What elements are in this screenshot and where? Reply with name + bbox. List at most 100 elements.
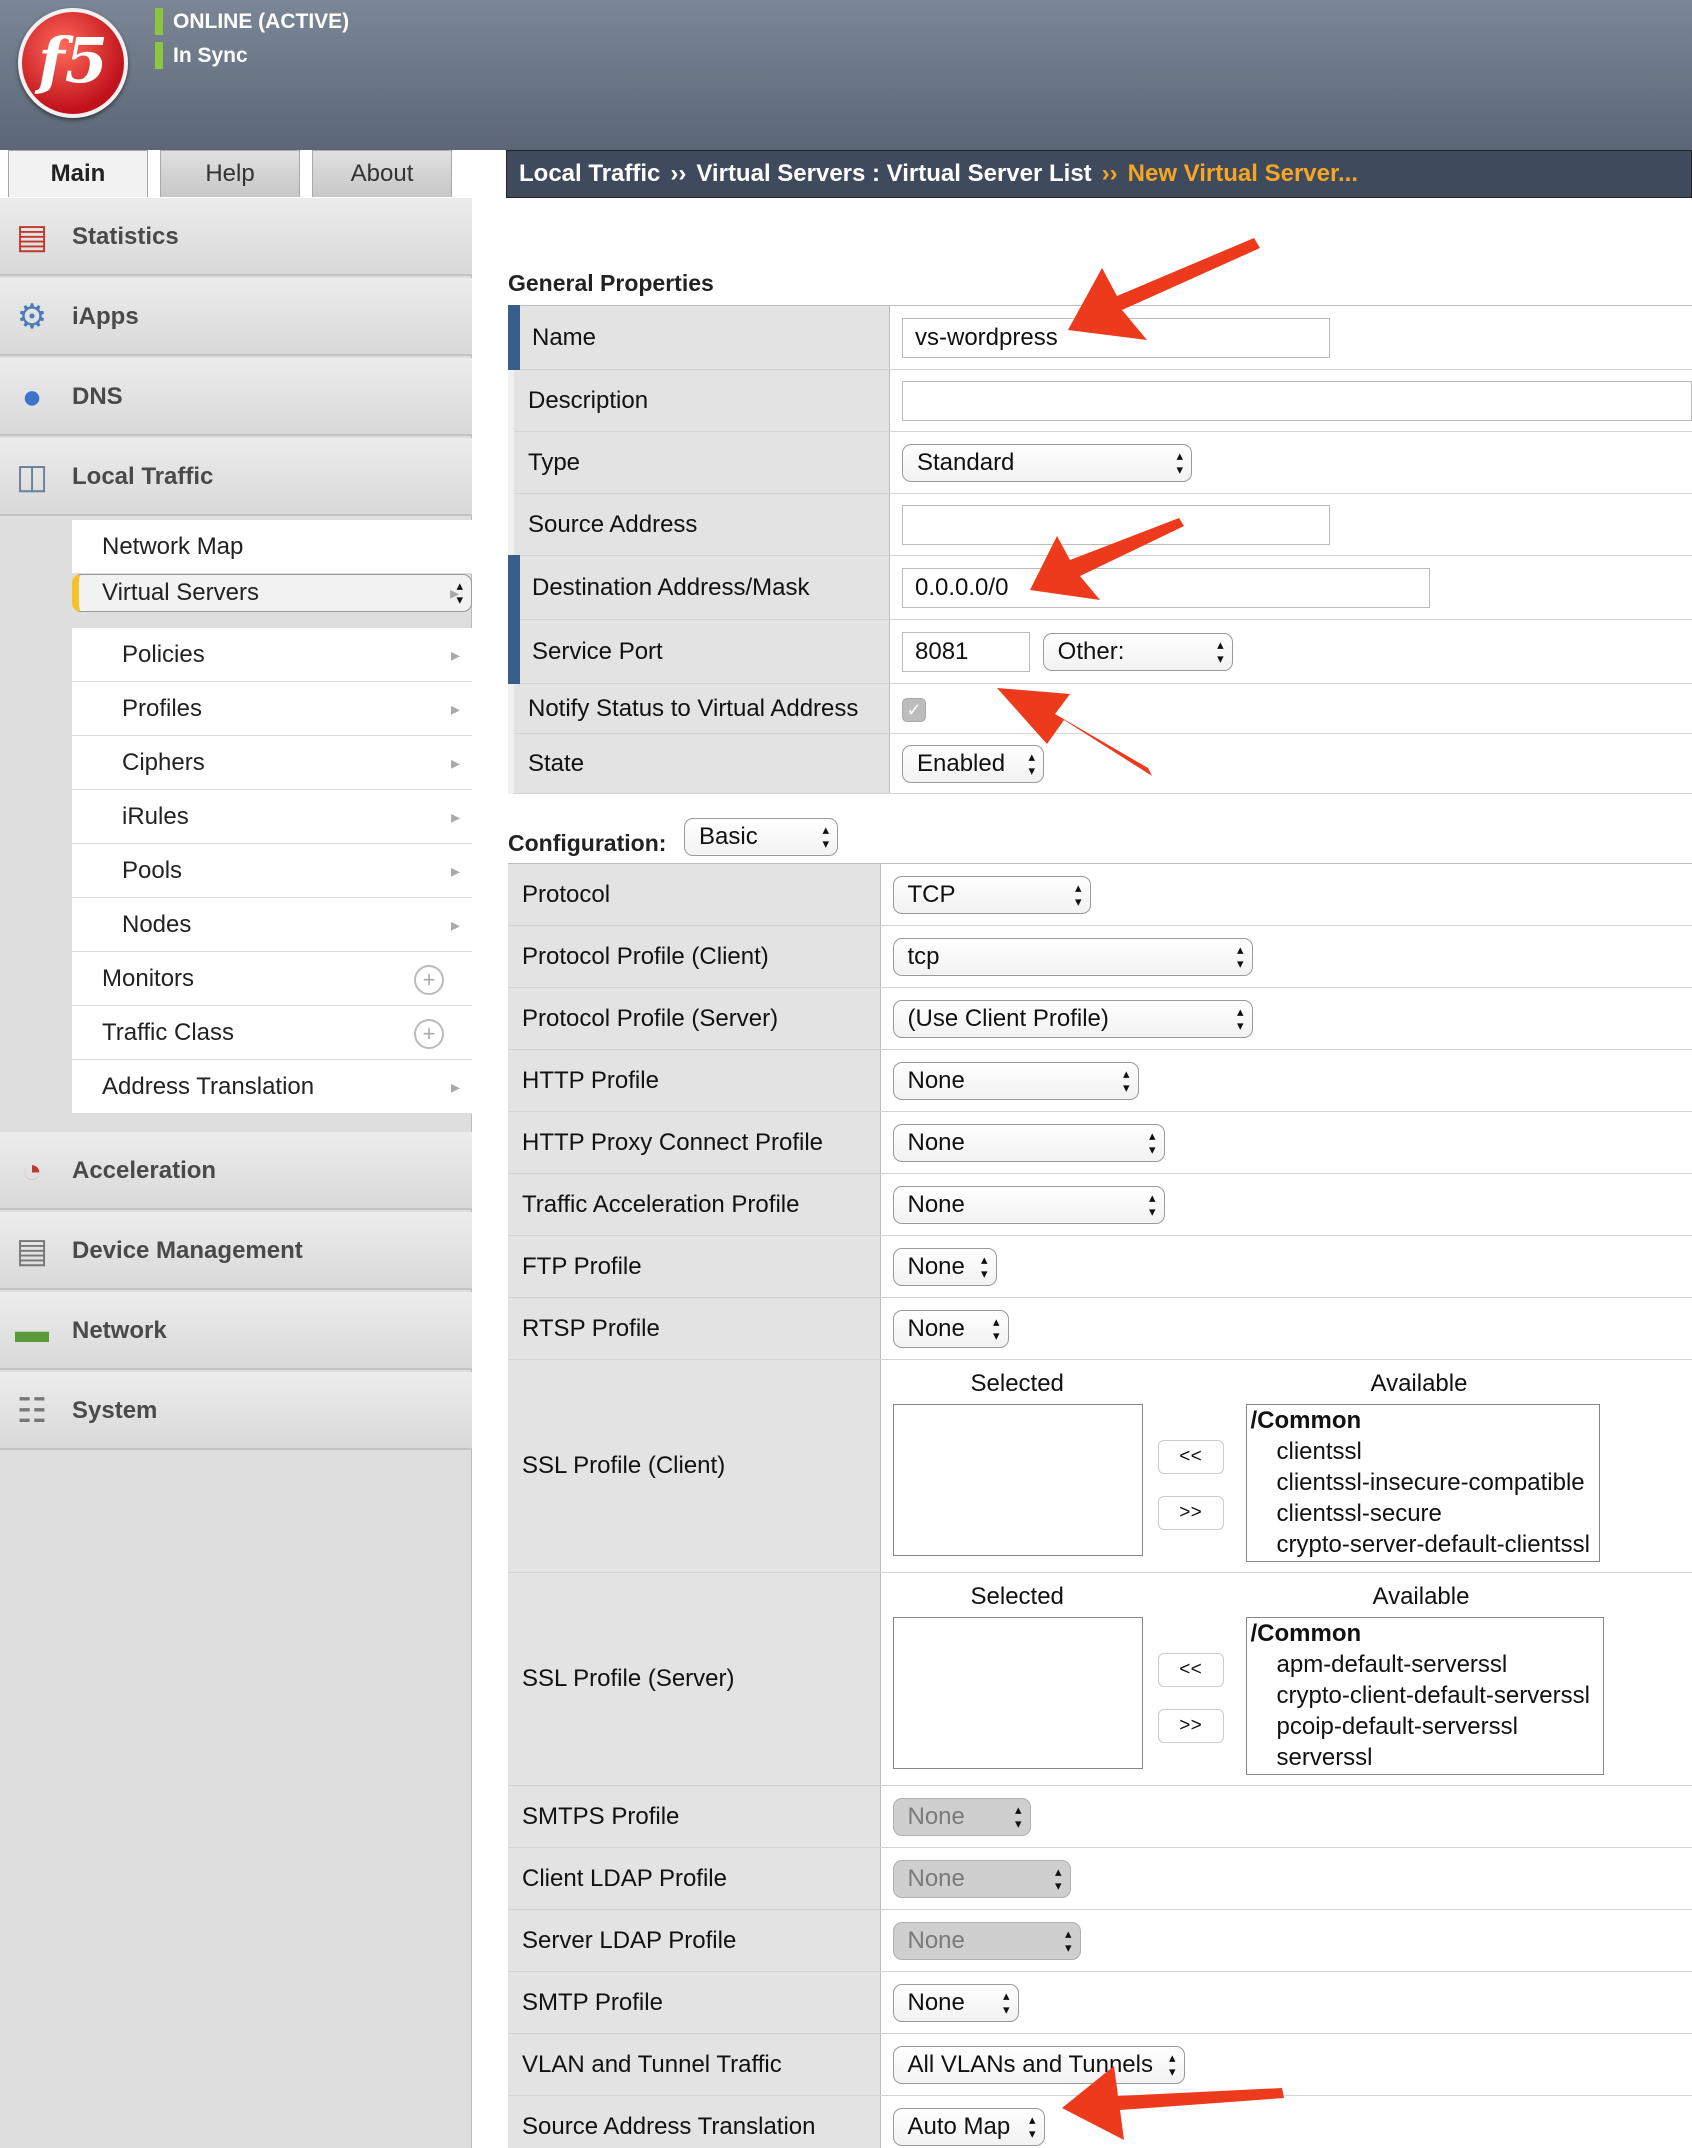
http-proxy-connect-profile-select[interactable]: None [892, 1123, 1165, 1162]
server-ldap-profile-select[interactable]: None [892, 1921, 1081, 1960]
sidebar-section-local-traffic[interactable]: ◫ Local Traffic [0, 438, 472, 516]
configuration-table: ProtocolTCPProtocol Profile (Client)tcpP… [508, 863, 1692, 2148]
chevron-right-icon: ▸ [450, 1077, 460, 1097]
row-ftp-profile: FTP Profile None [508, 1235, 1692, 1298]
sidebar-item-label: iRules [122, 803, 189, 830]
smtps-profile-cell: None [880, 1785, 1692, 1848]
rtsp-profile-cell: None [880, 1297, 1692, 1360]
source-address-translation-select[interactable]: Auto Map [892, 2107, 1045, 2146]
sidebar-item-policies[interactable]: Policies ▸ [72, 628, 472, 682]
list-item[interactable]: serverssl [1247, 1742, 1603, 1773]
rtsp-profile-label: RTSP Profile [508, 1297, 881, 1360]
http-profile-select[interactable]: None [892, 1061, 1139, 1100]
row-protocol: Protocol TCP [508, 863, 1692, 926]
ssl-client-available-list[interactable]: /Common clientssl clientssl-insecure-com… [1245, 1404, 1600, 1562]
traffic-acceleration-profile-select[interactable]: None [892, 1185, 1165, 1224]
sidebar-item-pools[interactable]: Pools ▸ [72, 844, 472, 898]
ssl-client-selected-list[interactable] [892, 1404, 1143, 1556]
protocol-profile-client-cell: tcp [880, 925, 1692, 988]
tab-help[interactable]: Help [160, 150, 300, 197]
notify-status-label: Notify Status to Virtual Address [514, 683, 890, 734]
row-http-proxy-connect-profile: HTTP Proxy Connect Profile None [508, 1111, 1692, 1174]
sidebar-item-ciphers[interactable]: Ciphers ▸ [72, 736, 472, 790]
destination-field[interactable]: 0.0.0.0/0 [902, 567, 1430, 608]
sidebar-section-device-management[interactable]: ▤ Device Management [0, 1212, 472, 1290]
row-traffic-acceleration-profile: Traffic Acceleration Profile None [508, 1173, 1692, 1236]
protocol-select[interactable]: TCP [892, 875, 1091, 914]
ssl-client-add-button[interactable]: << [1157, 1440, 1224, 1474]
service-port-select[interactable]: Other: [1042, 632, 1233, 671]
name-field[interactable]: vs-wordpress [902, 317, 1330, 358]
sidebar-item-label: Pools [122, 857, 183, 884]
row-source-address-translation: Source Address Translation Auto Map [508, 2095, 1692, 2148]
notify-status-checkbox[interactable]: ✓ [902, 697, 926, 722]
sidebar-item-virtual-servers[interactable]: Virtual Servers ▸ [72, 574, 472, 612]
smtp-profile-select[interactable]: None [892, 1983, 1019, 2022]
sidebar-item-network-map[interactable]: Network Map [72, 520, 472, 574]
list-item[interactable]: apm-default-serverssl [1247, 1649, 1603, 1680]
chevron-right-icon: ▸ [450, 645, 460, 665]
general-properties-heading: General Properties [508, 270, 714, 296]
ssl-client-selected-header: Selected [970, 1370, 1064, 1397]
main-content: General Properties Name vs-wordpress Des… [472, 198, 1692, 2148]
ftp-profile-select[interactable]: None [892, 1247, 997, 1286]
f5-logo: f5 [18, 8, 128, 118]
ssl-server-add-button[interactable]: << [1157, 1653, 1224, 1687]
client-ldap-profile-label: Client LDAP Profile [508, 1847, 881, 1910]
client-ldap-profile-select[interactable]: None [892, 1859, 1071, 1898]
sidebar-item-profiles[interactable]: Profiles ▸ [72, 682, 472, 736]
list-item[interactable]: clientssl [1247, 1436, 1599, 1467]
row-ssl-client: SSL Profile (Client) Selected Available … [508, 1359, 1692, 1573]
sidebar-section-iapps[interactable]: ⚙ iApps [0, 278, 472, 356]
list-item[interactable]: pcoip-default-serverssl [1247, 1711, 1603, 1742]
device-icon: ▤ [15, 1232, 49, 1270]
ssl-server-selected-list[interactable] [892, 1617, 1143, 1769]
service-port-field[interactable]: 8081 [902, 631, 1030, 672]
sidebar-item-irules[interactable]: iRules ▸ [72, 790, 472, 844]
tab-main[interactable]: Main [8, 150, 148, 197]
sidebar-section-statistics[interactable]: ▤ Statistics [0, 198, 472, 276]
ssl-server-selected-header: Selected [970, 1583, 1064, 1610]
sidebar-item-address-translation[interactable]: Address Translation ▸ [72, 1060, 472, 1114]
add-icon[interactable]: + [414, 1019, 444, 1049]
ftp-profile-cell: None [880, 1235, 1692, 1298]
list-item[interactable]: crypto-client-default-serverssl [1247, 1680, 1603, 1711]
row-type: Type Standard [514, 431, 1692, 494]
name-label: Name [508, 305, 890, 370]
row-rtsp-profile: RTSP Profile None [508, 1297, 1692, 1360]
list-item[interactable]: clientssl-insecure-compatible [1247, 1467, 1599, 1498]
sidebar-item-monitors[interactable]: Monitors + [72, 952, 472, 1006]
sidebar-section-acceleration[interactable]: ◔ Acceleration [0, 1132, 472, 1210]
smtps-profile-select[interactable]: None [892, 1797, 1031, 1836]
type-select[interactable]: Standard [902, 443, 1192, 482]
list-item[interactable]: crypto-server-default-clientssl [1247, 1529, 1599, 1560]
state-select[interactable]: Enabled [902, 744, 1044, 783]
sidebar-section-system[interactable]: ☷ System [0, 1372, 472, 1450]
ssl-server-available-list[interactable]: /Common apm-default-serverssl crypto-cli… [1245, 1617, 1604, 1775]
breadcrumb-virtual-server-list[interactable]: Virtual Servers : Virtual Server List [696, 160, 1091, 187]
server-ldap-profile-cell: None [880, 1909, 1692, 1972]
sidebar-section-network[interactable]: ▬ Network [0, 1292, 472, 1370]
sidebar-section-dns[interactable]: ● DNS [0, 358, 472, 436]
breadcrumb-local-traffic[interactable]: Local Traffic [519, 160, 660, 187]
sidebar-item-traffic-class[interactable]: Traffic Class + [72, 1006, 472, 1060]
ssl-server-picker: Selected Available << >> /Common apm-def… [881, 1573, 1692, 1785]
general-properties-table: Name vs-wordpress Description Type Stand… [508, 305, 1692, 794]
breadcrumb-separator: ›› [670, 160, 687, 187]
sidebar-item-label: Ciphers [122, 749, 205, 776]
smtp-profile-label: SMTP Profile [508, 1971, 881, 2034]
vlan-and-tunnel-traffic-select[interactable]: All VLANs and Tunnels [892, 2045, 1185, 2084]
list-item[interactable]: clientssl-secure [1247, 1498, 1599, 1529]
add-icon[interactable]: + [414, 965, 444, 995]
rtsp-profile-select[interactable]: None [892, 1309, 1009, 1348]
ssl-server-remove-button[interactable]: >> [1157, 1709, 1224, 1743]
description-field[interactable] [902, 380, 1692, 421]
tab-about[interactable]: About [312, 150, 452, 197]
source-address-field[interactable] [902, 504, 1330, 545]
protocol-profile-server-select[interactable]: (Use Client Profile) [892, 999, 1253, 1038]
ssl-client-remove-button[interactable]: >> [1157, 1496, 1224, 1530]
configuration-mode-select[interactable]: Basic [684, 818, 838, 856]
sidebar-item-nodes[interactable]: Nodes ▸ [72, 898, 472, 952]
protocol-profile-client-select[interactable]: tcp [892, 937, 1253, 976]
list-group: /Common [1250, 1620, 1362, 1647]
